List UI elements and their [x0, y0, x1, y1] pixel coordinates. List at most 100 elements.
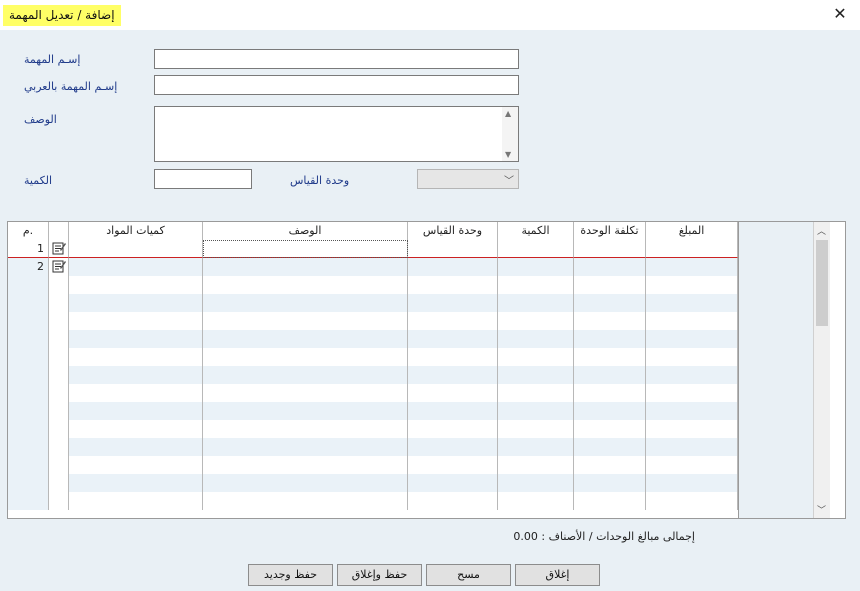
grid-cell-col-unit[interactable] [408, 258, 498, 276]
grid-cell-col-unit[interactable] [408, 312, 498, 330]
grid-cell-col-amount[interactable] [646, 294, 738, 312]
save-new-button[interactable]: حفظ وجديد [248, 564, 333, 586]
scroll-down-icon[interactable]: ▼ [505, 150, 511, 159]
grid-cell-col-description[interactable] [203, 258, 408, 276]
grid-cell-col-unit[interactable] [408, 402, 498, 420]
grid-cell-col-unit[interactable] [408, 348, 498, 366]
grid-cell-col-material-qty[interactable] [69, 312, 203, 330]
grid-cell-col-icon[interactable] [49, 294, 69, 312]
grid-cell-col-icon[interactable] [49, 348, 69, 366]
grid-cell-col-amount[interactable] [646, 456, 738, 474]
table-row[interactable]: 2 [8, 258, 738, 276]
grid-cell-col-unit[interactable] [408, 240, 498, 258]
grid-scrollbar[interactable]: ︿ ﹀ [813, 222, 830, 518]
description-scrollbar[interactable]: ▲ ▼ [502, 107, 518, 161]
grid-cell-col-quantity[interactable] [498, 456, 574, 474]
grid-cell-col-material-qty[interactable] [69, 276, 203, 294]
table-row[interactable] [8, 330, 738, 348]
grid-cell-col-quantity[interactable] [498, 330, 574, 348]
header-col-icon[interactable] [49, 222, 69, 240]
header-col-material-qty[interactable]: كميات المواد [69, 222, 203, 240]
grid-cell-col-row-number[interactable] [8, 294, 49, 312]
grid-cell-col-description[interactable] [203, 330, 408, 348]
grid-cell-col-unit-cost[interactable] [574, 366, 646, 384]
grid-cell-col-row-number[interactable]: 1 [8, 240, 49, 258]
grid-cell-col-amount[interactable] [646, 420, 738, 438]
close-button[interactable]: إغلاق [515, 564, 600, 586]
grid-cell-col-description[interactable] [203, 312, 408, 330]
grid-cell-col-unit[interactable] [408, 438, 498, 456]
grid-cell-col-amount[interactable] [646, 330, 738, 348]
grid-cell-col-description[interactable] [203, 240, 408, 258]
table-row[interactable] [8, 366, 738, 384]
grid-cell-col-unit-cost[interactable] [574, 402, 646, 420]
grid-cell-col-material-qty[interactable] [69, 348, 203, 366]
grid-cell-col-row-number[interactable] [8, 330, 49, 348]
grid-cell-col-icon[interactable] [49, 474, 69, 492]
task-name-ar-input[interactable] [154, 75, 519, 95]
grid-cell-col-icon[interactable] [49, 438, 69, 456]
grid-cell-col-unit-cost[interactable] [574, 348, 646, 366]
grid-cell-col-row-number[interactable] [8, 420, 49, 438]
grid-cell-col-description[interactable] [203, 366, 408, 384]
grid-cell-col-unit-cost[interactable] [574, 330, 646, 348]
grid-cell-col-material-qty[interactable] [69, 240, 203, 258]
table-row[interactable] [8, 294, 738, 312]
header-col-row-number[interactable]: م. [8, 222, 49, 240]
scroll-down-icon[interactable]: ﹀ [817, 503, 826, 516]
grid-cell-col-row-number[interactable] [8, 276, 49, 294]
grid-cell-col-unit-cost[interactable] [574, 420, 646, 438]
grid-cell-col-unit-cost[interactable] [574, 438, 646, 456]
grid-cell-col-amount[interactable] [646, 438, 738, 456]
quantity-input[interactable] [154, 169, 252, 189]
grid-cell-col-unit-cost[interactable] [574, 384, 646, 402]
grid-cell-col-description[interactable] [203, 474, 408, 492]
grid-cell-col-material-qty[interactable] [69, 384, 203, 402]
grid-cell-col-material-qty[interactable] [69, 258, 203, 276]
grid-cell-col-quantity[interactable] [498, 294, 574, 312]
grid-cell-col-unit[interactable] [408, 276, 498, 294]
grid-cell-col-unit[interactable] [408, 456, 498, 474]
grid-cell-col-unit[interactable] [408, 492, 498, 510]
grid-cell-col-quantity[interactable] [498, 312, 574, 330]
table-row[interactable] [8, 348, 738, 366]
unit-select[interactable]: ﹀ [417, 169, 519, 189]
grid-cell-col-amount[interactable] [646, 312, 738, 330]
grid-cell-col-quantity[interactable] [498, 420, 574, 438]
grid-cell-col-icon[interactable] [49, 276, 69, 294]
header-col-description[interactable]: الوصف [203, 222, 408, 240]
grid-cell-col-amount[interactable] [646, 258, 738, 276]
grid-cell-col-quantity[interactable] [498, 492, 574, 510]
header-col-unit[interactable]: وحدة القياس [408, 222, 498, 240]
grid-cell-col-material-qty[interactable] [69, 438, 203, 456]
table-row[interactable] [8, 384, 738, 402]
table-row[interactable] [8, 276, 738, 294]
table-row[interactable]: 1 [8, 240, 738, 258]
grid-cell-col-material-qty[interactable] [69, 456, 203, 474]
grid-cell-col-quantity[interactable] [498, 402, 574, 420]
description-textarea[interactable]: ▲ ▼ [154, 106, 519, 162]
grid-cell-col-icon[interactable] [49, 240, 69, 258]
table-row[interactable] [8, 312, 738, 330]
grid-cell-col-amount[interactable] [646, 366, 738, 384]
grid-cell-col-unit-cost[interactable] [574, 258, 646, 276]
grid-cell-col-row-number[interactable]: 2 [8, 258, 49, 276]
grid-cell-col-quantity[interactable] [498, 384, 574, 402]
grid-cell-col-description[interactable] [203, 402, 408, 420]
header-col-amount[interactable]: المبلغ [646, 222, 738, 240]
grid-cell-col-row-number[interactable] [8, 456, 49, 474]
grid-cell-col-unit-cost[interactable] [574, 312, 646, 330]
grid-cell-col-icon[interactable] [49, 456, 69, 474]
grid-cell-col-quantity[interactable] [498, 366, 574, 384]
grid-cell-col-description[interactable] [203, 420, 408, 438]
grid-cell-col-icon[interactable] [49, 420, 69, 438]
grid-cell-col-material-qty[interactable] [69, 366, 203, 384]
grid-cell-col-quantity[interactable] [498, 276, 574, 294]
grid-cell-col-unit-cost[interactable] [574, 294, 646, 312]
table-row[interactable] [8, 474, 738, 492]
grid-cell-col-icon[interactable] [49, 312, 69, 330]
grid-cell-col-unit-cost[interactable] [574, 492, 646, 510]
edit-record-icon[interactable] [52, 259, 66, 273]
grid-cell-col-icon[interactable] [49, 366, 69, 384]
grid-cell-col-unit-cost[interactable] [574, 240, 646, 258]
